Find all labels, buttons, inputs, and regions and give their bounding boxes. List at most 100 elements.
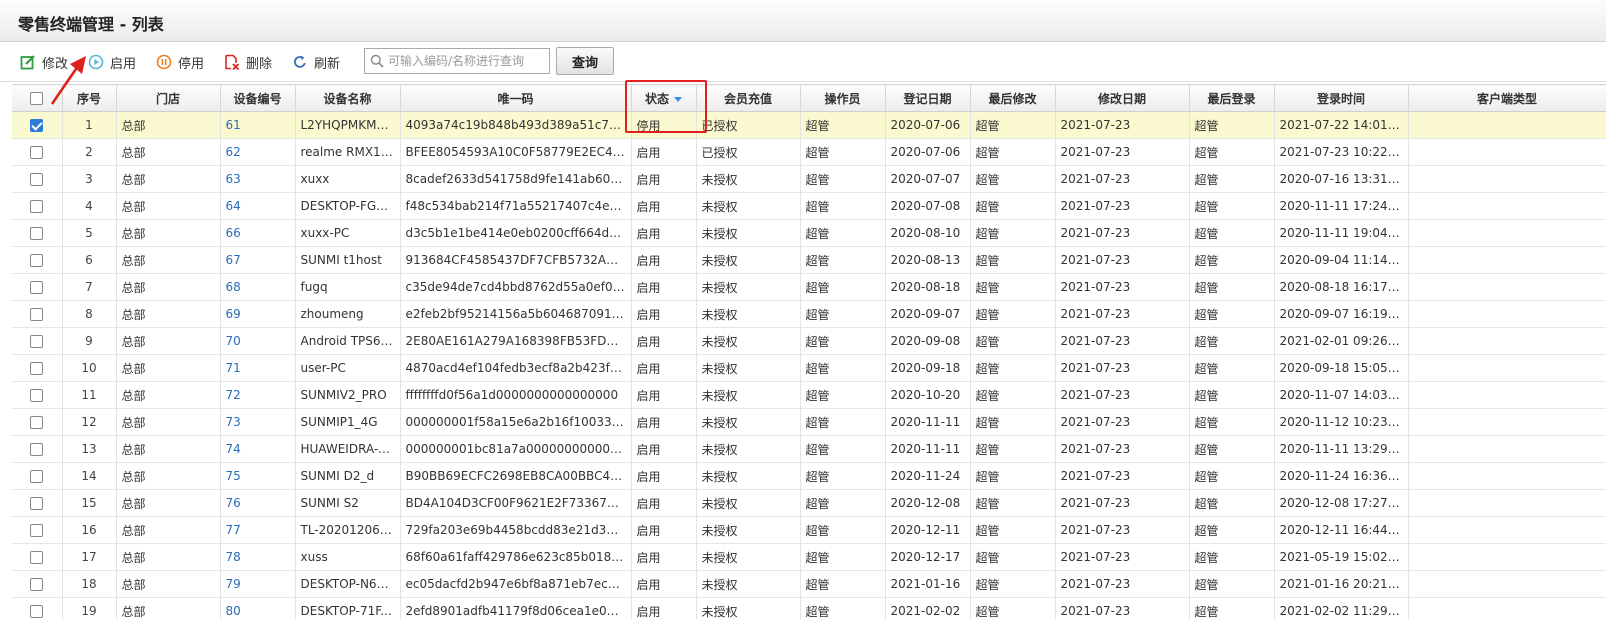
- row-select-cell[interactable]: [12, 435, 63, 463]
- table-row[interactable]: 3 总部 63 xuxx 8cadef2633d541758d9fe141ab60e1b…: [12, 165, 1606, 193]
- table-cell[interactable]: 66: [220, 219, 296, 247]
- table-row[interactable]: 1 总部 61 L2YHQPMKMZ... 4093a74c19b848b493d389…: [12, 111, 1606, 139]
- table-cell[interactable]: 62: [220, 138, 296, 166]
- select-all-checkbox[interactable]: [30, 92, 44, 105]
- table-row[interactable]: 5 总部 66 xuxx-PC d3c5b1e1be414e0eb0200cff664d…: [12, 219, 1606, 247]
- table-cell[interactable]: 72: [220, 381, 296, 409]
- table-cell[interactable]: 61: [220, 111, 296, 139]
- select-all-header[interactable]: [12, 84, 63, 112]
- column-header[interactable]: 唯一码: [400, 84, 632, 112]
- table-cell[interactable]: 75: [220, 462, 296, 490]
- delete-button[interactable]: 删除: [224, 51, 272, 73]
- row-checkbox[interactable]: [30, 335, 44, 348]
- table-row[interactable]: 10 总部 71 user-PC 4870acd4ef104fedb3ecf8a2b42…: [12, 354, 1606, 382]
- row-checkbox[interactable]: [30, 578, 44, 591]
- column-header[interactable]: 门店: [116, 84, 221, 112]
- row-checkbox[interactable]: [30, 551, 44, 564]
- table-cell[interactable]: 77: [220, 516, 296, 544]
- row-select-cell[interactable]: [12, 354, 63, 382]
- row-checkbox[interactable]: [30, 254, 44, 267]
- table-cell[interactable]: 79: [220, 570, 296, 598]
- row-checkbox[interactable]: [30, 389, 44, 402]
- table-cell[interactable]: 70: [220, 327, 296, 355]
- table-row[interactable]: 16 总部 77 TL-20201206IC... 729fa203e69b4458bc…: [12, 516, 1606, 544]
- column-header[interactable]: 最后登录: [1189, 84, 1275, 112]
- row-checkbox[interactable]: [30, 416, 44, 429]
- column-header[interactable]: 设备名称: [295, 84, 401, 112]
- column-header[interactable]: 修改日期: [1055, 84, 1190, 112]
- row-select-cell[interactable]: [12, 516, 63, 544]
- table-row[interactable]: 2 总部 62 realme RMX19... BFEE8054593A10C0F587…: [12, 138, 1606, 166]
- row-checkbox[interactable]: [30, 497, 44, 510]
- table-row[interactable]: 12 总部 73 SUNMIP1_4G 000000001f58a15e6a2b16f1…: [12, 408, 1606, 436]
- row-select-cell[interactable]: [12, 300, 63, 328]
- table-row[interactable]: 17 总部 78 xuss 68f60a61faff429786e623c85b0185…: [12, 543, 1606, 571]
- table-row[interactable]: 6 总部 67 SUNMI t1host 913684CF4585437DF7CFB57…: [12, 246, 1606, 274]
- table-row[interactable]: 18 总部 79 DESKTOP-N6V... ec05dacfd2b947e6bf8a…: [12, 570, 1606, 598]
- table-cell[interactable]: 71: [220, 354, 296, 382]
- row-select-cell[interactable]: [12, 462, 63, 490]
- disable-button[interactable]: 停用: [156, 51, 204, 73]
- enable-button[interactable]: 启用: [88, 51, 136, 73]
- row-select-cell[interactable]: [12, 192, 63, 220]
- row-checkbox[interactable]: [30, 470, 44, 483]
- table-cell[interactable]: 69: [220, 300, 296, 328]
- row-select-cell[interactable]: [12, 543, 63, 571]
- column-header[interactable]: 设备编号: [220, 84, 296, 112]
- row-select-cell[interactable]: [12, 327, 63, 355]
- column-header[interactable]: 登记日期: [885, 84, 971, 112]
- search-input[interactable]: [388, 54, 546, 68]
- row-checkbox[interactable]: [30, 443, 44, 456]
- table-cell[interactable]: 67: [220, 246, 296, 274]
- row-select-cell[interactable]: [12, 165, 63, 193]
- row-checkbox[interactable]: [30, 146, 44, 159]
- table-cell[interactable]: 74: [220, 435, 296, 463]
- column-header[interactable]: 会员充值: [696, 84, 801, 112]
- row-checkbox[interactable]: [30, 119, 44, 132]
- query-button[interactable]: 查询: [556, 47, 614, 75]
- column-header[interactable]: 客户端类型: [1408, 84, 1606, 112]
- column-header[interactable]: 操作员: [800, 84, 886, 112]
- row-select-cell[interactable]: [12, 570, 63, 598]
- table-row[interactable]: 9 总部 70 Android TPS68... 2E80AE161A279A16839…: [12, 327, 1606, 355]
- row-select-cell[interactable]: [12, 381, 63, 409]
- table-cell[interactable]: 68: [220, 273, 296, 301]
- row-checkbox[interactable]: [30, 362, 44, 375]
- column-header[interactable]: 最后修改: [970, 84, 1056, 112]
- row-select-cell[interactable]: [12, 597, 63, 620]
- table-row[interactable]: 19 总部 80 DESKTOP-71F... 2efd8901adfb41179f8d…: [12, 597, 1606, 620]
- table-row[interactable]: 8 总部 69 zhoumeng e2feb2bf95214156a5b60468709…: [12, 300, 1606, 328]
- row-select-cell[interactable]: [12, 273, 63, 301]
- table-cell[interactable]: 73: [220, 408, 296, 436]
- row-checkbox[interactable]: [30, 524, 44, 537]
- row-select-cell[interactable]: [12, 489, 63, 517]
- row-checkbox[interactable]: [30, 308, 44, 321]
- table-row[interactable]: 15 总部 76 SUNMI S2 BD4A104D3CF00F9621E2F73367…: [12, 489, 1606, 517]
- row-checkbox[interactable]: [30, 281, 44, 294]
- row-select-cell[interactable]: [12, 111, 63, 139]
- table-cell[interactable]: 63: [220, 165, 296, 193]
- row-select-cell[interactable]: [12, 138, 63, 166]
- row-checkbox[interactable]: [30, 173, 44, 186]
- edit-button[interactable]: 修改: [20, 51, 68, 73]
- column-header-status[interactable]: 状态: [631, 84, 697, 112]
- column-header[interactable]: 登录时间: [1274, 84, 1409, 112]
- column-header[interactable]: 序号: [62, 84, 117, 112]
- row-select-cell[interactable]: [12, 219, 63, 247]
- table-cell[interactable]: 76: [220, 489, 296, 517]
- table-row[interactable]: 14 总部 75 SUNMI D2_d B90BB69ECFC2698EB8CA00BB…: [12, 462, 1606, 490]
- row-checkbox[interactable]: [30, 227, 44, 240]
- table-cell[interactable]: 64: [220, 192, 296, 220]
- table-cell[interactable]: 80: [220, 597, 296, 620]
- table-row[interactable]: 13 总部 74 HUAWEIDRA-A... 000000001bc81a7a0000…: [12, 435, 1606, 463]
- row-select-cell[interactable]: [12, 246, 63, 274]
- row-select-cell[interactable]: [12, 408, 63, 436]
- table-row[interactable]: 11 总部 72 SUNMIV2_PRO ffffffffd0f56a1d0000000…: [12, 381, 1606, 409]
- row-checkbox[interactable]: [30, 605, 44, 618]
- table-cell: 2021-05-19 15:02:06: [1274, 543, 1409, 571]
- table-row[interactable]: 4 总部 64 DESKTOP-FG9... f48c534bab214f71a5521…: [12, 192, 1606, 220]
- table-cell[interactable]: 78: [220, 543, 296, 571]
- table-row[interactable]: 7 总部 68 fugq c35de94de7cd4bbd8762d55a0ef0303…: [12, 273, 1606, 301]
- refresh-button[interactable]: 刷新: [292, 51, 340, 73]
- row-checkbox[interactable]: [30, 200, 44, 213]
